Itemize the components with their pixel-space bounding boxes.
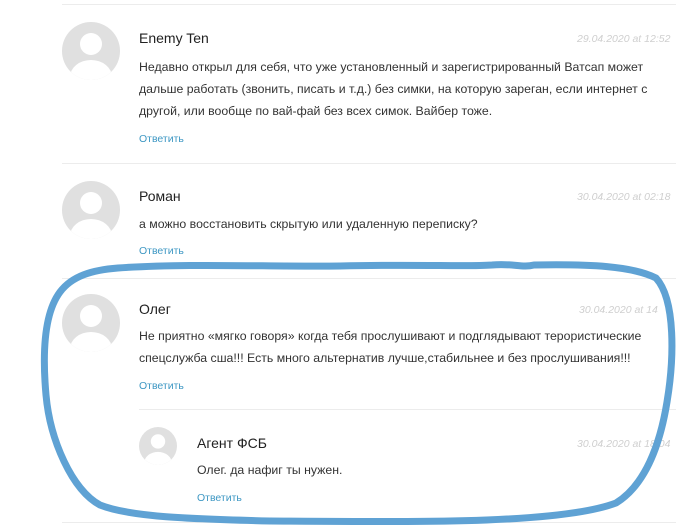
comment-author[interactable]: Олег bbox=[139, 301, 171, 317]
reply-link[interactable]: Ответить bbox=[139, 133, 184, 145]
avatar-placeholder-icon bbox=[62, 181, 120, 239]
comment-text-line: Не приятно «мягко говоря» когда тебя про… bbox=[139, 329, 642, 343]
comment-date: 29.04.2020 at 12:52 bbox=[577, 33, 671, 45]
comment-text: Олег. да нафиг ты нужен. bbox=[197, 459, 342, 481]
comment-separator bbox=[62, 522, 676, 523]
comment-author[interactable]: Агент ФСБ bbox=[197, 435, 267, 451]
comment-text-line: а можно восстановить скрытую или удаленн… bbox=[139, 217, 478, 231]
reply-link[interactable]: Ответить bbox=[139, 245, 184, 257]
comment-text: а можно восстановить скрытую или удаленн… bbox=[139, 213, 478, 235]
comment-text: Не приятно «мягко говоря» когда тебя про… bbox=[139, 325, 641, 369]
comment-date: 30.04.2020 at 14 bbox=[579, 304, 658, 316]
comment-date: 30.04.2020 at 18:04 bbox=[577, 438, 671, 450]
comment-separator bbox=[62, 4, 676, 5]
comment-separator bbox=[62, 278, 676, 279]
reply-link[interactable]: Ответить bbox=[139, 380, 184, 392]
comment-separator bbox=[62, 163, 676, 164]
comment-text: Недавно открыл для себя, что уже установ… bbox=[139, 56, 647, 122]
avatar-placeholder-icon bbox=[139, 427, 177, 465]
comment-date: 30.04.2020 at 02:18 bbox=[577, 191, 671, 203]
comment-text-line: спецслужба сша!!! Есть много альтернатив… bbox=[139, 351, 631, 365]
reply-separator bbox=[139, 409, 676, 410]
comment-text-line: дальше работать (звонить, писать и т.д.)… bbox=[139, 82, 648, 96]
avatar-placeholder-icon bbox=[62, 294, 120, 352]
comment-author[interactable]: Роман bbox=[139, 188, 181, 204]
avatar-placeholder-icon bbox=[62, 22, 120, 80]
comment-text-line: Недавно открыл для себя, что уже установ… bbox=[139, 60, 644, 74]
comment-text-line: Олег. да нафиг ты нужен. bbox=[197, 463, 343, 477]
reply-link[interactable]: Ответить bbox=[197, 492, 242, 504]
comment-author[interactable]: Enemy Ten bbox=[139, 30, 209, 46]
comment-text-line: другой, или вообще по вай-фай без всех с… bbox=[139, 104, 493, 118]
